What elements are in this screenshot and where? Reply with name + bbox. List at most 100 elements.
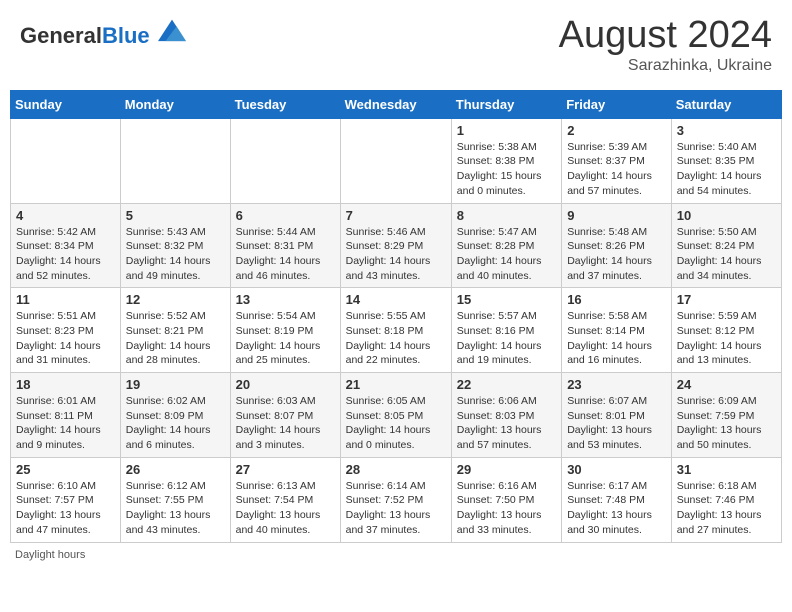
day-info: Sunrise: 5:43 AMSunset: 8:32 PMDaylight:… — [126, 225, 225, 284]
day-info: Sunrise: 5:46 AMSunset: 8:29 PMDaylight:… — [346, 225, 446, 284]
calendar-cell — [11, 118, 121, 203]
calendar-cell: 21 Sunrise: 6:05 AMSunset: 8:05 PMDayligh… — [340, 373, 451, 458]
weekday-header: Wednesday — [340, 90, 451, 118]
calendar-cell: 14 Sunrise: 5:55 AMSunset: 8:18 PMDayligh… — [340, 288, 451, 373]
page-header: GeneralBlue August 2024 Sarazhinka, Ukra… — [10, 10, 782, 80]
calendar-cell: 12Sunrise: 5:52 AMSunset: 8:21 PMDayligh… — [120, 288, 230, 373]
day-info: Sunrise: 6:09 AMSunset: 7:59 PMDaylight:… — [677, 394, 776, 453]
day-info: Sunrise: 6:18 AMSunset: 7:46 PMDaylight:… — [677, 479, 776, 538]
weekday-header: Friday — [562, 90, 672, 118]
weekday-header: Saturday — [671, 90, 781, 118]
day-info: Sunrise: 5:50 AMSunset: 8:24 PMDaylight:… — [677, 225, 776, 284]
day-info: Sunrise: 6:17 AMSunset: 7:48 PMDaylight:… — [567, 479, 666, 538]
day-info: Sunrise: 6:10 AMSunset: 7:57 PMDaylight:… — [16, 479, 115, 538]
day-number: 16 — [567, 292, 666, 307]
calendar-cell — [230, 118, 340, 203]
day-number: 19 — [126, 377, 225, 392]
day-number: 14 — [346, 292, 446, 307]
day-number: 24 — [677, 377, 776, 392]
day-number: 20 — [236, 377, 335, 392]
calendar-table: SundayMondayTuesdayWednesdayThursdayFrid… — [10, 90, 782, 543]
weekday-header: Tuesday — [230, 90, 340, 118]
day-info: Sunrise: 5:47 AMSunset: 8:28 PMDaylight:… — [457, 225, 556, 284]
day-info: Sunrise: 5:51 AMSunset: 8:23 PMDaylight:… — [16, 309, 115, 368]
calendar-cell: 30 Sunrise: 6:17 AMSunset: 7:48 PMDayligh… — [562, 457, 672, 542]
calendar-cell: 11 Sunrise: 5:51 AMSunset: 8:23 PMDayligh… — [11, 288, 121, 373]
day-number: 6 — [236, 208, 335, 223]
calendar-cell: 18Sunrise: 6:01 AMSunset: 8:11 PMDayligh… — [11, 373, 121, 458]
calendar-cell: 20Sunrise: 6:03 AMSunset: 8:07 PMDayligh… — [230, 373, 340, 458]
day-info: Sunrise: 5:57 AMSunset: 8:16 PMDaylight:… — [457, 309, 556, 368]
day-number: 10 — [677, 208, 776, 223]
calendar-cell: 24 Sunrise: 6:09 AMSunset: 7:59 PMDayligh… — [671, 373, 781, 458]
logo-icon — [158, 15, 186, 43]
calendar-cell: 13Sunrise: 5:54 AMSunset: 8:19 PMDayligh… — [230, 288, 340, 373]
day-number: 11 — [16, 292, 115, 307]
day-number: 5 — [126, 208, 225, 223]
calendar-cell: 22 Sunrise: 6:06 AMSunset: 8:03 PMDayligh… — [451, 373, 561, 458]
day-number: 21 — [346, 377, 446, 392]
day-number: 9 — [567, 208, 666, 223]
day-info: Sunrise: 6:06 AMSunset: 8:03 PMDaylight:… — [457, 394, 556, 453]
day-info: Sunrise: 5:54 AMSunset: 8:19 PMDaylight:… — [236, 309, 335, 368]
day-number: 3 — [677, 123, 776, 138]
day-info: Sunrise: 6:07 AMSunset: 8:01 PMDaylight:… — [567, 394, 666, 453]
calendar-cell: 2Sunrise: 5:39 AMSunset: 8:37 PMDaylight… — [562, 118, 672, 203]
day-number: 7 — [346, 208, 446, 223]
day-number: 26 — [126, 462, 225, 477]
calendar-cell: 25 Sunrise: 6:10 AMSunset: 7:57 PMDayligh… — [11, 457, 121, 542]
calendar-cell: 23Sunrise: 6:07 AMSunset: 8:01 PMDayligh… — [562, 373, 672, 458]
calendar-cell: 19 Sunrise: 6:02 AMSunset: 8:09 PMDayligh… — [120, 373, 230, 458]
day-number: 28 — [346, 462, 446, 477]
day-number: 30 — [567, 462, 666, 477]
day-info: Sunrise: 6:05 AMSunset: 8:05 PMDaylight:… — [346, 394, 446, 453]
day-info: Sunrise: 5:42 AMSunset: 8:34 PMDaylight:… — [16, 225, 115, 284]
calendar-cell: 7 Sunrise: 5:46 AMSunset: 8:29 PMDaylight… — [340, 203, 451, 288]
day-info: Sunrise: 5:58 AMSunset: 8:14 PMDaylight:… — [567, 309, 666, 368]
day-number: 29 — [457, 462, 556, 477]
day-info: Sunrise: 6:12 AMSunset: 7:55 PMDaylight:… — [126, 479, 225, 538]
calendar-cell: 28 Sunrise: 6:14 AMSunset: 7:52 PMDayligh… — [340, 457, 451, 542]
day-number: 25 — [16, 462, 115, 477]
calendar-week-row: 1 Sunrise: 5:38 AMSunset: 8:38 PMDaylight… — [11, 118, 782, 203]
calendar-cell: 15 Sunrise: 5:57 AMSunset: 8:16 PMDayligh… — [451, 288, 561, 373]
day-number: 31 — [677, 462, 776, 477]
footer: Daylight hours — [10, 549, 782, 561]
day-info: Sunrise: 5:59 AMSunset: 8:12 PMDaylight:… — [677, 309, 776, 368]
weekday-header-row: SundayMondayTuesdayWednesdayThursdayFrid… — [11, 90, 782, 118]
location: Sarazhinka, Ukraine — [559, 57, 772, 75]
logo: GeneralBlue — [20, 15, 186, 48]
calendar-cell: 8Sunrise: 5:47 AMSunset: 8:28 PMDaylight… — [451, 203, 561, 288]
calendar-cell: 27 Sunrise: 6:13 AMSunset: 7:54 PMDayligh… — [230, 457, 340, 542]
calendar-week-row: 11 Sunrise: 5:51 AMSunset: 8:23 PMDayligh… — [11, 288, 782, 373]
day-number: 22 — [457, 377, 556, 392]
day-number: 17 — [677, 292, 776, 307]
calendar-cell: 4 Sunrise: 5:42 AMSunset: 8:34 PMDaylight… — [11, 203, 121, 288]
day-info: Sunrise: 6:13 AMSunset: 7:54 PMDaylight:… — [236, 479, 335, 538]
day-info: Sunrise: 6:14 AMSunset: 7:52 PMDaylight:… — [346, 479, 446, 538]
month-year: August 2024 — [559, 15, 772, 57]
day-info: Sunrise: 5:55 AMSunset: 8:18 PMDaylight:… — [346, 309, 446, 368]
calendar-cell: 1 Sunrise: 5:38 AMSunset: 8:38 PMDaylight… — [451, 118, 561, 203]
day-number: 2 — [567, 123, 666, 138]
day-info: Sunrise: 6:02 AMSunset: 8:09 PMDaylight:… — [126, 394, 225, 453]
day-info: Sunrise: 5:40 AMSunset: 8:35 PMDaylight:… — [677, 140, 776, 199]
day-info: Sunrise: 5:48 AMSunset: 8:26 PMDaylight:… — [567, 225, 666, 284]
calendar-cell: 5 Sunrise: 5:43 AMSunset: 8:32 PMDaylight… — [120, 203, 230, 288]
daylight-hours-label: Daylight hours — [15, 549, 85, 561]
calendar-cell: 29Sunrise: 6:16 AMSunset: 7:50 PMDayligh… — [451, 457, 561, 542]
title-block: August 2024 Sarazhinka, Ukraine — [559, 15, 772, 75]
day-number: 18 — [16, 377, 115, 392]
day-info: Sunrise: 5:38 AMSunset: 8:38 PMDaylight:… — [457, 140, 556, 199]
calendar-week-row: 4 Sunrise: 5:42 AMSunset: 8:34 PMDaylight… — [11, 203, 782, 288]
calendar-cell: 10 Sunrise: 5:50 AMSunset: 8:24 PMDayligh… — [671, 203, 781, 288]
day-number: 4 — [16, 208, 115, 223]
day-number: 12 — [126, 292, 225, 307]
calendar-cell: 16 Sunrise: 5:58 AMSunset: 8:14 PMDayligh… — [562, 288, 672, 373]
day-info: Sunrise: 5:44 AMSunset: 8:31 PMDaylight:… — [236, 225, 335, 284]
day-number: 27 — [236, 462, 335, 477]
day-number: 1 — [457, 123, 556, 138]
weekday-header: Thursday — [451, 90, 561, 118]
day-number: 15 — [457, 292, 556, 307]
calendar-cell — [340, 118, 451, 203]
